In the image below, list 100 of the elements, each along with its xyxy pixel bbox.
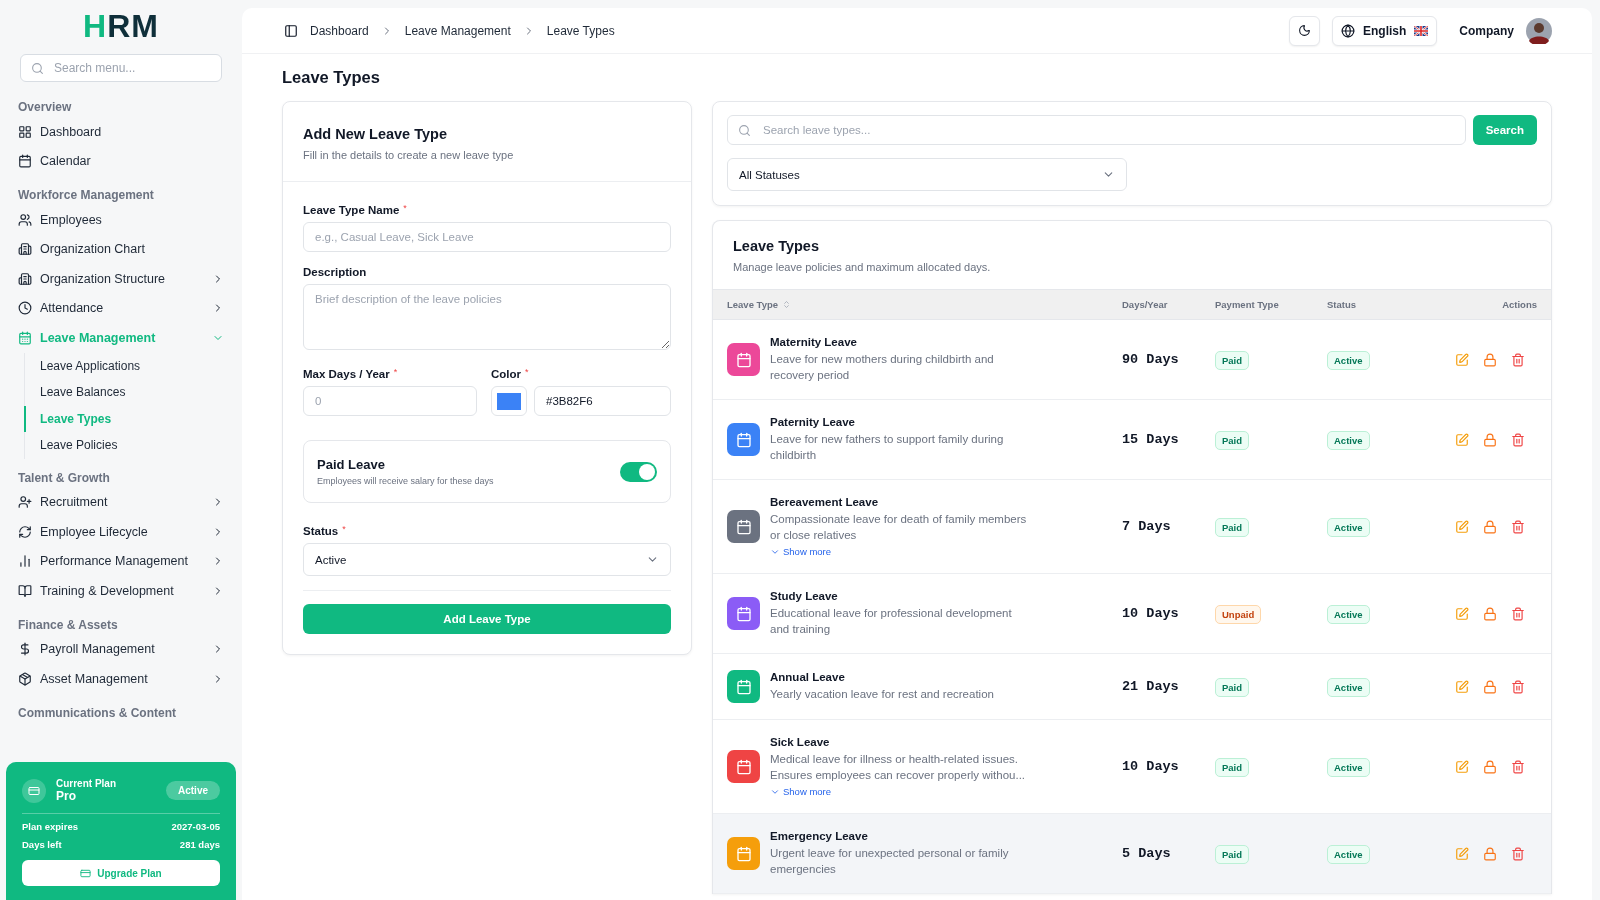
nav-item[interactable]: Attendance [18, 293, 224, 323]
edit-icon[interactable] [1455, 606, 1469, 621]
card-subtitle: Fill in the details to create a new leave type [303, 149, 515, 161]
search-input[interactable]: Search menu... [52, 60, 211, 76]
nav-subitem[interactable]: Leave Balances [24, 379, 224, 406]
column-header: Actions [1502, 299, 1537, 310]
column-header: Payment Type [1215, 299, 1279, 310]
search-input[interactable]: Search leave types... [761, 123, 1455, 137]
language-button[interactable]: English [1331, 15, 1438, 46]
input-field[interactable]: #3B82F6 [534, 386, 671, 416]
sidebar-toggle-icon[interactable] [284, 23, 298, 38]
leave-type-name: Study Leave [770, 590, 839, 602]
column-header[interactable]: Leave Type [727, 299, 779, 310]
nav-item[interactable]: Organization Structure [18, 264, 224, 294]
delete-icon[interactable] [1511, 679, 1525, 694]
search-bar[interactable]: Search menu... [20, 54, 222, 82]
status-badge: Active [1327, 844, 1370, 864]
delete-icon[interactable] [1511, 352, 1525, 367]
leave-type-name: Paternity Leave [770, 416, 856, 428]
nav-item[interactable]: Payroll Management [18, 634, 224, 664]
book-icon [18, 583, 32, 598]
lock-icon[interactable] [1483, 519, 1497, 534]
delete-icon[interactable] [1511, 519, 1525, 534]
edit-icon[interactable] [1455, 679, 1469, 694]
leave-type-description: Compassionate leave for death of family members or close relatives [770, 512, 1028, 543]
payment-badge: Paid [1215, 844, 1250, 864]
refresh-icon [18, 524, 32, 539]
lock-icon[interactable] [1483, 759, 1497, 774]
edit-icon[interactable] [1455, 432, 1469, 447]
status-select[interactable]: Active [303, 543, 671, 576]
payment-badge: Paid [1215, 430, 1250, 450]
card-icon [80, 867, 92, 879]
delete-icon[interactable] [1511, 759, 1525, 774]
delete-icon[interactable] [1511, 846, 1525, 861]
nav-item[interactable]: Training & Development [18, 576, 224, 606]
nav-group-title: Finance & Assets [18, 617, 119, 632]
theme-toggle-button[interactable] [1288, 15, 1320, 46]
logo: HRM [82, 10, 160, 42]
field-label: Color [491, 368, 522, 380]
leave-type-name: Sick Leave [770, 736, 831, 748]
nav-item[interactable]: Asset Management [18, 664, 224, 694]
breadcrumb-link[interactable]: Leave Types [546, 23, 615, 38]
nav-group-title: Workforce Management [18, 188, 155, 202]
lock-icon[interactable] [1483, 606, 1497, 621]
nav-item[interactable]: Employees [18, 205, 224, 235]
nav-subitem[interactable]: Leave Policies [24, 432, 224, 459]
required-mark: * [525, 368, 529, 377]
edit-icon[interactable] [1455, 846, 1469, 861]
nav-item[interactable]: Calendar [18, 146, 224, 176]
plan-info-value: 281 days [179, 839, 220, 850]
status-badge: Active [1327, 757, 1370, 777]
color-picker[interactable] [491, 386, 527, 416]
required-mark: * [342, 525, 346, 534]
delete-icon[interactable] [1511, 606, 1525, 621]
leave-type-name: Maternity Leave [770, 336, 858, 348]
text-area[interactable]: Brief description of the leave policies [303, 284, 671, 350]
lock-icon[interactable] [1483, 432, 1497, 447]
edit-icon[interactable] [1455, 759, 1469, 774]
plan-info-label: Plan expires [22, 821, 78, 832]
leave-type-description: Leave for new fathers to support family during childbirth [770, 432, 1005, 463]
nav-subitem[interactable]: Leave Applications [24, 352, 224, 379]
nav-item[interactable]: Organization Chart [18, 234, 224, 264]
search-icon [31, 61, 44, 75]
nav-item[interactable]: Dashboard [18, 117, 224, 147]
toggle-switch[interactable] [620, 461, 657, 482]
field-label: Status [303, 525, 339, 537]
input-field[interactable]: 0 [303, 386, 477, 416]
leave-type-description: Leave for new mothers during childbirth and recovery period [770, 352, 995, 383]
payment-badge: Paid [1215, 677, 1250, 697]
days-value: 5 Days [1122, 846, 1172, 861]
status-badge: Active [1327, 677, 1370, 697]
nav-item[interactable]: Performance Management [18, 546, 224, 576]
input-field[interactable]: e.g., Casual Leave, Sick Leave [303, 222, 671, 252]
column-header: Days/Year [1122, 299, 1168, 310]
breadcrumb-link[interactable]: Leave Management [404, 23, 511, 38]
edit-icon[interactable] [1455, 352, 1469, 367]
flag-icon [1414, 25, 1429, 36]
edit-icon[interactable] [1455, 519, 1469, 534]
nav-item[interactable]: Employee Lifecycle [18, 517, 224, 547]
lock-icon[interactable] [1483, 846, 1497, 861]
globe-icon [1340, 23, 1355, 38]
option-title: Paid Leave [317, 457, 386, 472]
search-icon [738, 123, 751, 137]
show-more-link[interactable]: Show more [770, 786, 1032, 797]
days-value: 15 Days [1122, 432, 1180, 447]
show-more-link[interactable]: Show more [770, 546, 1032, 557]
leave-type-name: Emergency Leave [770, 830, 869, 842]
status-filter-select[interactable]: All Statuses [727, 158, 1127, 191]
sort-icon[interactable] [782, 300, 792, 309]
lock-icon[interactable] [1483, 679, 1497, 694]
building-icon [18, 271, 32, 286]
delete-icon[interactable] [1511, 432, 1525, 447]
leave-type-description: Urgent leave for unexpected personal or family emergencies [770, 846, 1010, 877]
breadcrumb-link[interactable]: Dashboard [310, 23, 369, 38]
nav-item[interactable]: Recruitment [18, 487, 224, 517]
avatar[interactable] [1526, 17, 1552, 44]
search-bar[interactable]: Search leave types... [727, 115, 1466, 145]
calendar-icon [18, 154, 32, 169]
lock-icon[interactable] [1483, 352, 1497, 367]
user-name[interactable]: Company [1459, 23, 1514, 38]
